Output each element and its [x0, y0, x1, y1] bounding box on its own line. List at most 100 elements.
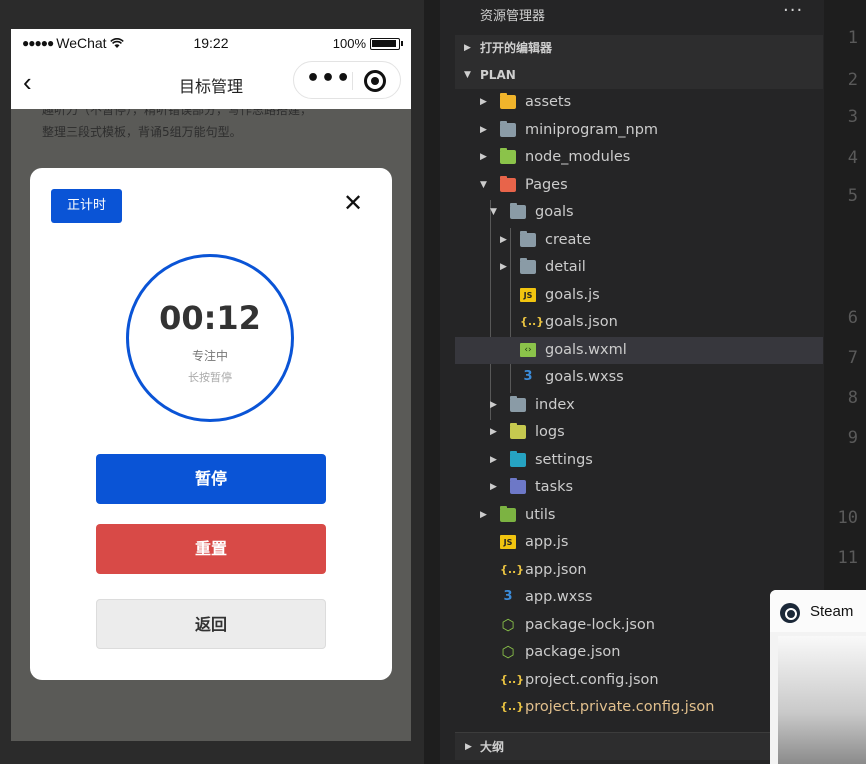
tree-item[interactable]: JS goals.js: [455, 282, 823, 309]
tree-item[interactable]: ▶ utils: [455, 502, 823, 529]
tree-item-label: Pages: [525, 176, 568, 193]
js-file-icon: JS: [500, 535, 516, 549]
js-file-icon: JS: [520, 287, 536, 302]
nodejs-file-icon: ⬡: [501, 643, 515, 661]
battery-percent: 100%: [332, 36, 366, 51]
line-number: 5: [847, 186, 858, 206]
chevron-right-icon: ▶: [480, 152, 487, 162]
chevron-right-icon: ▶: [465, 742, 472, 752]
tree-item-label: miniprogram_npm: [525, 121, 659, 138]
json-file-icon: {..}: [520, 315, 545, 328]
close-miniprogram-icon[interactable]: [364, 70, 386, 92]
tree-item[interactable]: {..} project.private.config.json: [455, 694, 823, 721]
tree-item[interactable]: ⬡ package.json: [455, 639, 823, 666]
tree-item[interactable]: {..} app.json: [455, 557, 823, 584]
chevron-right-icon: ▶: [490, 454, 497, 465]
folder-icon: [510, 478, 526, 494]
folder-icon: [500, 148, 516, 164]
steam-notification[interactable]: Steam: [770, 590, 866, 764]
chevron-right-icon: ▶: [480, 509, 487, 520]
tree-item-label: goals.json: [545, 314, 618, 330]
tree-item[interactable]: ▶ index: [455, 392, 823, 419]
tree-item[interactable]: 3 app.wxss: [455, 584, 823, 611]
tree-item[interactable]: ▶ logs: [455, 419, 823, 446]
more-icon[interactable]: •••: [306, 67, 350, 91]
line-number: 9: [847, 428, 858, 448]
tree-item[interactable]: ⬡ package-lock.json: [455, 612, 823, 639]
tree-item[interactable]: ▶ node_modules: [455, 144, 823, 171]
steam-name: Steam: [810, 603, 854, 620]
phone-screen: ●●●●● WeChat 19:22 100% ‹ 目标管理 ••• 趣听力（不…: [11, 29, 411, 741]
folder-icon: [510, 423, 526, 439]
tree-item-label: logs: [535, 424, 565, 440]
tree-item[interactable]: {..} goals.json: [455, 309, 823, 336]
tree-item-label: goals.js: [545, 286, 600, 303]
wxml-file-icon: ‹›: [520, 342, 536, 357]
tree-item[interactable]: JS app.js: [455, 529, 823, 556]
tree-item[interactable]: ▶ detail: [455, 254, 823, 281]
steam-logo-icon: [780, 603, 800, 623]
line-number: 4: [847, 148, 858, 168]
tree-item-label: project.private.config.json: [525, 699, 715, 715]
json-file-icon: {..}: [500, 672, 525, 686]
tree-item-label: goals.wxml: [545, 341, 627, 358]
folder-open-icon: [500, 175, 516, 192]
css-file-icon: 3: [503, 589, 513, 604]
folder-icon: [500, 505, 516, 522]
chevron-down-icon: ▼: [480, 179, 487, 190]
timer-mode-tag[interactable]: 正计时: [51, 189, 122, 223]
tree-item-label: index: [535, 396, 575, 413]
folder-icon: [520, 258, 536, 274]
folder-open-icon: [510, 203, 526, 219]
line-number: 1: [847, 28, 858, 48]
background-text-line: 整理三段式模板，背诵5组万能句型。: [42, 125, 242, 139]
steam-preview: [778, 636, 866, 764]
line-number: 3: [847, 107, 858, 127]
tree-item-label: assets: [525, 94, 572, 110]
folder-icon: [500, 93, 516, 109]
tree-item-label: tasks: [535, 479, 574, 495]
section-label: 打开的编辑器: [480, 41, 553, 55]
line-number: 10: [837, 508, 858, 528]
tree-item[interactable]: 3 goals.wxss: [455, 364, 823, 391]
tree-item-label: project.config.json: [525, 671, 659, 688]
tree-item[interactable]: ▼ goals: [455, 199, 823, 226]
project-header[interactable]: ▼ PLAN: [455, 62, 823, 89]
tree-item-label: create: [545, 231, 592, 248]
reset-button[interactable]: 重置: [96, 524, 326, 574]
timer-hint: 长按暂停: [188, 371, 232, 384]
chevron-right-icon: ▶: [490, 427, 497, 437]
folder-icon: [500, 120, 516, 137]
section-label: 大纲: [480, 740, 505, 754]
tree-item-label: goals: [535, 204, 574, 220]
tree-item[interactable]: ‹› goals.wxml: [455, 336, 823, 364]
css-file-icon: 3: [523, 369, 533, 384]
open-editors-header[interactable]: ▶ 打开的编辑器: [455, 35, 823, 62]
tree-item-label: app.js: [525, 534, 569, 550]
tree-item[interactable]: ▶ tasks: [455, 474, 823, 501]
tree-item[interactable]: ▶ create: [455, 227, 823, 254]
pause-button[interactable]: 暂停: [96, 454, 326, 504]
return-button[interactable]: 返回: [96, 599, 326, 649]
nodejs-file-icon: ⬡: [501, 615, 515, 634]
close-icon[interactable]: ✕: [341, 192, 365, 216]
chevron-right-icon: ▶: [490, 482, 497, 492]
capsule-divider: [352, 72, 353, 90]
timer-ring[interactable]: 00:12 专注中 长按暂停: [126, 254, 294, 422]
tree-item-label: package.json: [525, 644, 621, 660]
tree-item-label: app.json: [525, 561, 587, 578]
timer-modal: 正计时 ✕ 00:12 专注中 长按暂停 暂停 重置 返回: [30, 168, 392, 680]
tree-item[interactable]: ▶ miniprogram_npm: [455, 117, 823, 144]
folder-icon: [510, 450, 526, 467]
chevron-right-icon: ▶: [500, 234, 507, 245]
more-actions-icon[interactable]: ···: [783, 0, 803, 21]
outline-header[interactable]: ▶ 大纲: [455, 732, 775, 760]
tree-item[interactable]: ▶ assets: [455, 89, 823, 116]
tree-item-label: app.wxss: [525, 589, 593, 605]
line-number: 8: [847, 388, 858, 408]
tree-item[interactable]: ▼ Pages: [455, 172, 823, 199]
tree-item[interactable]: {..} project.config.json: [455, 667, 823, 694]
tree-item[interactable]: ▶ settings: [455, 447, 823, 474]
line-number: 7: [847, 348, 858, 368]
tree-item-label: detail: [545, 259, 586, 275]
